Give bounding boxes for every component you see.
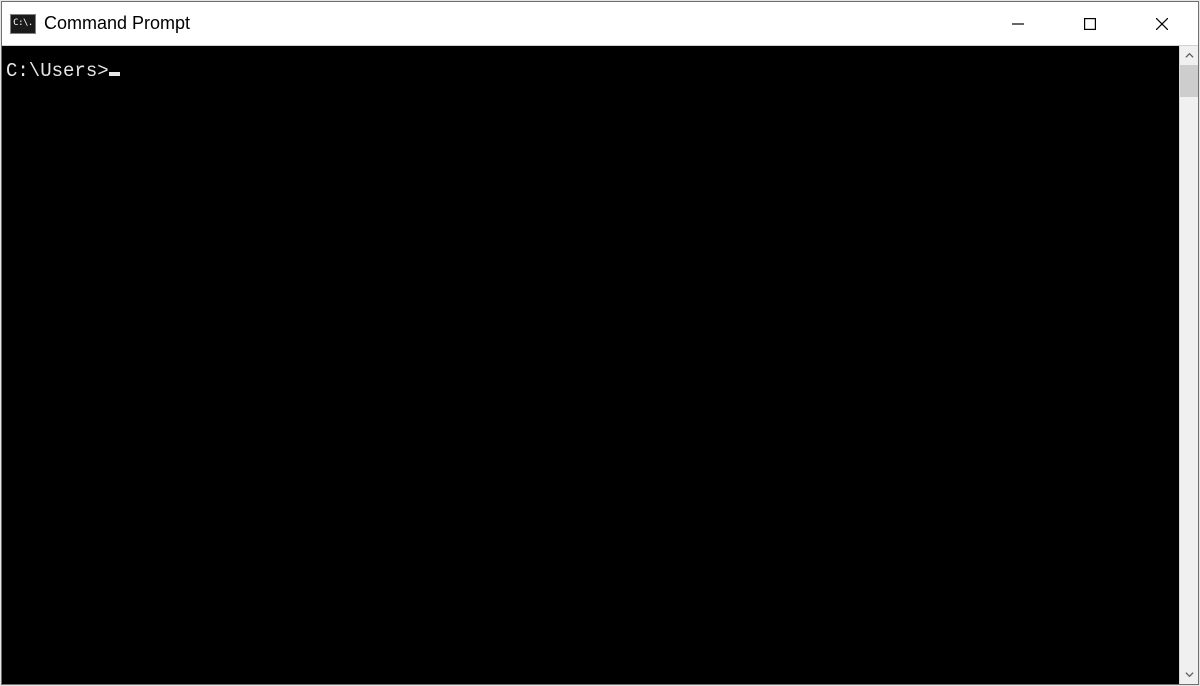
- scroll-down-button[interactable]: [1180, 665, 1198, 684]
- maximize-button[interactable]: [1054, 2, 1126, 45]
- chevron-up-icon: [1185, 51, 1194, 60]
- minimize-button[interactable]: [982, 2, 1054, 45]
- terminal-output[interactable]: C:\Users>: [2, 46, 1179, 684]
- close-icon: [1156, 18, 1168, 30]
- window-controls: [982, 2, 1198, 45]
- scrollbar-thumb[interactable]: [1180, 65, 1198, 97]
- window-title: Command Prompt: [44, 13, 190, 34]
- scroll-up-button[interactable]: [1180, 46, 1198, 65]
- maximize-icon: [1084, 18, 1096, 30]
- vertical-scrollbar[interactable]: [1179, 46, 1198, 684]
- prompt-text: C:\Users>: [6, 60, 109, 82]
- titlebar-left: C:\. Command Prompt: [2, 13, 982, 34]
- command-prompt-window: C:\. Command Prompt C:\Users>: [1, 1, 1199, 685]
- scrollbar-track[interactable]: [1180, 65, 1198, 665]
- minimize-icon: [1012, 18, 1024, 30]
- chevron-down-icon: [1185, 670, 1194, 679]
- titlebar[interactable]: C:\. Command Prompt: [2, 2, 1198, 46]
- cmd-icon: C:\.: [10, 14, 36, 34]
- close-button[interactable]: [1126, 2, 1198, 45]
- cursor-icon: [109, 72, 120, 76]
- client-area: C:\Users>: [2, 46, 1198, 684]
